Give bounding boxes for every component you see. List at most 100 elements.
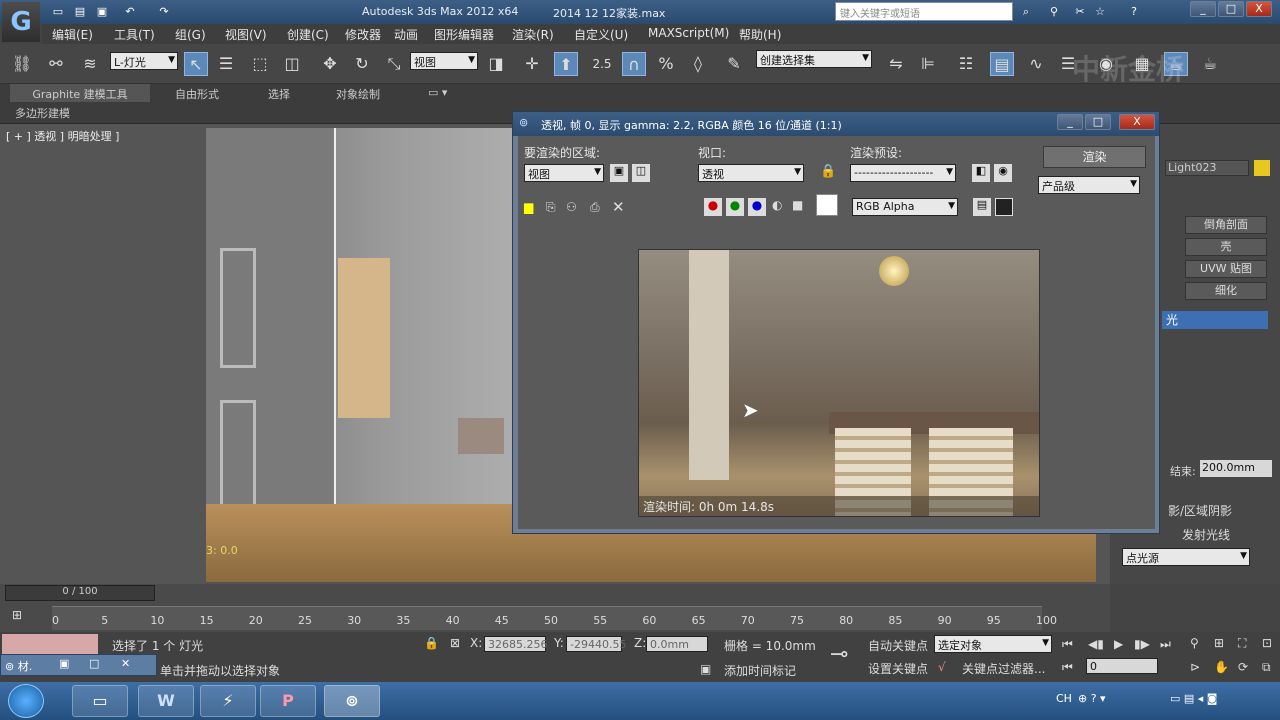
maximize-button[interactable]: □ [1218,1,1244,17]
add-time-tag[interactable]: 添加时间标记 [724,662,796,679]
clear-icon[interactable]: ✕ [612,198,625,216]
set-key-button[interactable]: 设置关键点 [868,660,928,677]
powerpoint-taskbar-icon[interactable]: P [260,685,316,717]
flash-taskbar-icon[interactable]: ⚡ [200,685,256,717]
goto-start-icon[interactable]: ⏮ [1062,637,1073,652]
select-object-icon[interactable]: ↖ [184,52,208,76]
auto-region-icon[interactable]: ◫ [632,164,650,182]
mono-icon[interactable]: ■ [792,198,803,212]
binoculars-icon[interactable]: ⌕ [1018,4,1034,19]
redo-icon[interactable]: ↷ [156,4,172,19]
key-filters-button[interactable]: 关键点过滤器... [962,660,1045,677]
abs-mode-icon[interactable]: ⊠ [450,636,460,650]
move-icon[interactable]: ✥ [318,52,342,76]
time-tag-icon[interactable]: ▣ [700,662,711,676]
render-button[interactable]: 渲染 [1043,146,1146,168]
align-icon[interactable]: ⊫ [916,52,940,76]
menu-help[interactable]: 帮助(H) [739,26,781,43]
help-icon[interactable]: ? [1126,4,1142,19]
render-close-button[interactable]: X [1119,114,1155,130]
y-coordinate[interactable]: -29440.55 [566,636,626,652]
minimized-material-dialog[interactable]: ⊚ 材. ▣ □ ✕ [0,654,157,676]
rendered-image[interactable]: 渲染时间: 0h 0m 14.8s [638,249,1040,517]
selection-filter-select[interactable]: L-灯光 ▼ [110,52,178,70]
bind-spacewarp-icon[interactable]: ≋ [78,52,102,76]
light-source-select[interactable]: 点光源 ▼ [1122,548,1250,566]
layer-manager-icon[interactable]: ☷ [954,52,978,76]
key-mode-toggle-icon[interactable]: ⏮ [1062,660,1073,675]
ref-coord-select[interactable]: 视图 ▼ [410,52,478,70]
word-taskbar-icon[interactable]: W [138,685,194,717]
system-tray-icons[interactable]: ▭ ▤ ◂ ◙ [1170,692,1217,705]
explorer-taskbar-icon[interactable]: ▭ [72,685,128,717]
3dsmax-taskbar-icon[interactable]: ⊚ [324,685,380,717]
play-icon[interactable]: ▶ [1114,637,1123,651]
menu-rendering[interactable]: 渲染(R) [512,26,554,43]
maximize-viewport-icon[interactable]: ⧉ [1262,660,1271,675]
new-file-icon[interactable]: ▭ [50,4,66,19]
edit-named-sets-icon[interactable]: ✎ [722,52,746,76]
pan-icon[interactable]: ✋ [1214,660,1229,674]
time-slider[interactable]: 0 / 100 [5,585,155,601]
mini-restore-icon[interactable]: ▣ [59,657,69,670]
modifier-stack-item[interactable]: 光 [1162,311,1268,329]
end-value-field[interactable]: 200.0mm [1200,460,1272,477]
render-level-select[interactable]: 产品级 ▼ [1038,176,1140,194]
copy-image-icon[interactable]: ⎘ [546,200,556,215]
environment-icon[interactable]: ◉ [994,164,1012,182]
keyboard-shortcut-icon[interactable]: ⬆ [554,52,578,76]
mirror-icon[interactable]: ⇋ [884,52,908,76]
spinner-snap-icon[interactable]: ◊ [686,52,710,76]
tab-selection[interactable]: 选择 [268,86,290,102]
render-window-title[interactable]: 透视, 帧 0, 显示 gamma: 2.2, RGBA 颜色 16 位/通道 … [513,112,1159,136]
menu-graph-editors[interactable]: 图形编辑器 [434,26,494,43]
app-logo-icon[interactable]: G [2,2,40,42]
render-max-button[interactable]: □ [1085,114,1111,130]
render-production-icon[interactable]: ☕ [1198,52,1222,76]
menu-edit[interactable]: 编辑(E) [52,26,93,43]
x-coordinate[interactable]: 32685.256 [484,636,548,652]
rotate-icon[interactable]: ↻ [350,52,374,76]
fov-icon[interactable]: ⊳ [1190,660,1200,674]
orbit-icon[interactable]: ⟳ [1238,660,1248,674]
menu-tools[interactable]: 工具(T) [114,26,155,43]
tab-freeform[interactable]: 自由形式 [175,86,219,102]
menu-animation[interactable]: 动画 [394,26,418,43]
save-icon[interactable]: ▣ [94,4,110,19]
render-setup-small-icon[interactable]: ◧ [972,164,990,182]
zoom-icon[interactable]: ⚲ [1190,636,1199,650]
unlink-icon[interactable]: ⚯ [44,52,68,76]
tab-graphite[interactable]: Graphite 建模工具 [10,84,150,102]
next-frame-icon[interactable]: ▮▶ [1134,637,1150,651]
menu-group[interactable]: 组(G) [175,26,206,43]
prev-frame-icon[interactable]: ◀▮ [1088,637,1104,651]
close-button[interactable]: X [1246,1,1272,17]
area-select[interactable]: 视图 ▼ [524,164,604,182]
link-icon[interactable]: ⛓ [10,52,34,76]
zoom-extents-all-icon[interactable]: ⊡ [1262,636,1272,650]
menu-view[interactable]: 视图(V) [225,26,267,43]
render-min-button[interactable]: _ [1057,114,1083,130]
named-selection-set[interactable]: 创建选择集 ▼ [756,50,872,68]
angle-snap-icon[interactable]: ∩ [622,52,646,76]
print-icon[interactable]: ⎙ [590,200,600,215]
alpha-channel-icon[interactable]: ◐ [772,198,782,212]
save-image-icon[interactable]: ▆ [524,200,533,214]
polygon-modeling-label[interactable]: 多边形建模 [15,105,70,121]
zoom-extents-icon[interactable]: ⛶ [1238,636,1246,651]
ribbon-options-icon[interactable]: ▭ ▾ [428,86,447,99]
zoom-all-icon[interactable]: ⊞ [1214,636,1224,650]
current-frame-field[interactable]: 0 [1086,658,1158,674]
mini-max-icon[interactable]: □ [89,657,99,670]
menu-customize[interactable]: 自定义(U) [574,26,628,43]
lock-selection-icon[interactable]: 🔒 [424,636,439,650]
viewport-label[interactable]: [ + ] 透视 ] 明暗处理 ] [6,128,119,144]
auto-key-button[interactable]: 自动关键点 [868,637,928,654]
edit-region-icon[interactable]: ▣ [610,164,628,182]
tessellate-button[interactable]: 细化 [1185,282,1267,300]
percent-snap-icon[interactable]: % [654,52,678,76]
ime-icon[interactable]: ⊕ ? ▾ [1078,692,1106,705]
uvw-map-button[interactable]: UVW 贴图 [1185,260,1267,278]
clone-window-icon[interactable]: ⚇ [566,200,577,214]
object-name-field[interactable]: Light023 [1165,160,1249,176]
